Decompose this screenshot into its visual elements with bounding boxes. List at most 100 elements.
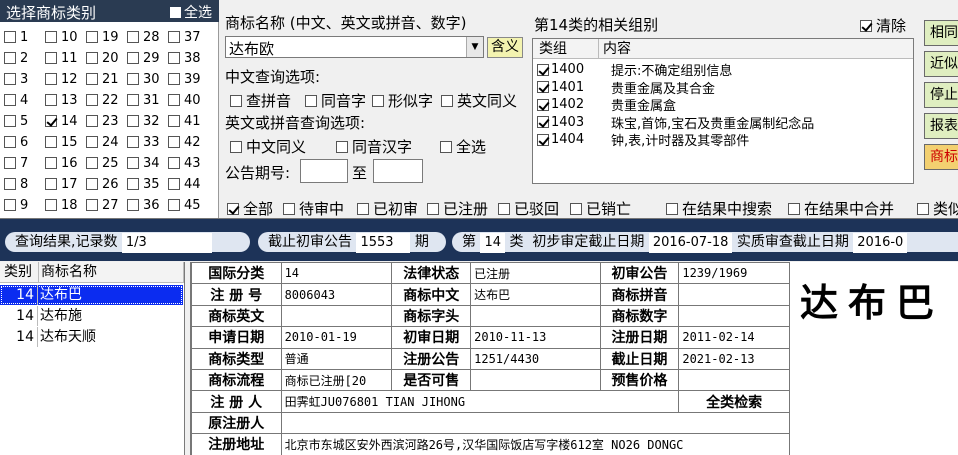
checkbox-icon[interactable] — [127, 52, 139, 64]
group-row[interactable]: 1404 钟,表,计时器及其零部件 — [537, 131, 749, 149]
en-option-checkbox[interactable]: 同音汉字 — [336, 136, 412, 157]
checkbox-icon[interactable] — [4, 94, 16, 106]
category-checkbox[interactable]: 44 — [168, 176, 201, 192]
status-filter-checkbox[interactable]: 已销亡 — [570, 198, 631, 219]
category-checkbox[interactable]: 33 — [127, 134, 160, 150]
checkbox-icon[interactable] — [168, 52, 180, 64]
en-option-checkbox[interactable]: 全选 — [440, 136, 486, 157]
group-row[interactable]: 1400 提示:不确定组别信息 — [537, 61, 732, 79]
checkbox-icon[interactable] — [86, 157, 98, 169]
category-checkbox[interactable]: 26 — [86, 176, 119, 192]
checkbox-icon[interactable] — [127, 73, 139, 85]
checkbox-icon[interactable] — [788, 202, 800, 215]
category-checkbox[interactable]: 43 — [168, 155, 201, 171]
publication-to-input[interactable] — [373, 159, 423, 183]
checkbox-icon[interactable] — [127, 94, 139, 106]
category-checkbox[interactable]: 29 — [127, 50, 160, 66]
clear-groups-checkbox[interactable]: 清除 — [860, 15, 906, 36]
action-button-4[interactable]: 商标 — [924, 144, 958, 170]
checkbox-icon[interactable] — [283, 202, 295, 215]
checkbox-icon[interactable] — [168, 199, 180, 211]
category-checkbox[interactable]: 1 — [4, 29, 28, 45]
checkbox-icon[interactable] — [4, 136, 16, 148]
checkbox-icon[interactable] — [45, 31, 57, 43]
checkbox-icon[interactable] — [4, 73, 16, 85]
category-checkbox[interactable]: 36 — [127, 197, 160, 213]
status-filter-checkbox[interactable]: 已注册 — [427, 198, 488, 219]
category-checkbox[interactable]: 14 — [45, 113, 78, 129]
checkbox-icon[interactable] — [86, 73, 98, 85]
checkbox-icon[interactable] — [168, 136, 180, 148]
checkbox-icon[interactable] — [537, 81, 549, 93]
category-checkbox[interactable]: 25 — [86, 155, 119, 171]
category-checkbox[interactable]: 23 — [86, 113, 119, 129]
category-checkbox[interactable]: 27 — [86, 197, 119, 213]
category-checkbox[interactable]: 31 — [127, 92, 160, 108]
category-checkbox[interactable]: 17 — [45, 176, 78, 192]
meaning-button[interactable]: 含义 — [487, 37, 523, 58]
en-option-checkbox[interactable]: 中文同义 — [230, 136, 306, 157]
checkbox-icon[interactable] — [357, 202, 369, 215]
category-checkbox[interactable]: 12 — [45, 71, 78, 87]
checkbox-icon[interactable] — [127, 136, 139, 148]
checkbox-icon[interactable] — [537, 63, 549, 76]
category-checkbox[interactable]: 21 — [86, 71, 119, 87]
checkbox-icon[interactable] — [230, 94, 242, 107]
checkbox-icon[interactable] — [86, 94, 98, 106]
checkbox-icon[interactable] — [498, 202, 510, 215]
status-filter-checkbox[interactable]: 在结果中合并 — [788, 198, 894, 219]
category-checkbox[interactable]: 38 — [168, 50, 201, 66]
category-checkbox[interactable]: 10 — [45, 29, 78, 45]
checkbox-icon[interactable] — [45, 157, 57, 169]
category-checkbox[interactable]: 45 — [168, 197, 201, 213]
category-checkbox[interactable]: 4 — [4, 92, 28, 108]
checkbox-icon[interactable] — [127, 178, 139, 190]
trademark-name-combobox[interactable]: 达布欧 ▼ — [225, 36, 484, 58]
checkbox-icon[interactable] — [86, 199, 98, 211]
checkbox-icon[interactable] — [372, 94, 384, 107]
all-class-search-button[interactable]: 全类检索 — [678, 390, 790, 413]
cn-option-checkbox[interactable]: 查拼音 — [230, 90, 291, 111]
status-filter-checkbox[interactable]: 在结果中搜索 — [666, 198, 772, 219]
checkbox-icon[interactable] — [336, 140, 348, 153]
action-button-1[interactable]: 近似 — [924, 51, 958, 77]
status-filter-checkbox[interactable]: 类似 — [917, 198, 958, 219]
category-checkbox[interactable]: 2 — [4, 50, 28, 66]
checkbox-icon[interactable] — [4, 199, 16, 211]
checkbox-icon[interactable] — [441, 94, 453, 107]
checkbox-icon[interactable] — [4, 31, 16, 43]
checkbox-icon[interactable] — [45, 94, 57, 106]
checkbox-icon[interactable] — [127, 199, 139, 211]
category-checkbox[interactable]: 19 — [86, 29, 119, 45]
category-checkbox[interactable]: 32 — [127, 113, 160, 129]
group-row[interactable]: 1402 贵重金属盒 — [537, 96, 676, 114]
category-checkbox[interactable]: 6 — [4, 134, 28, 150]
status-filter-checkbox[interactable]: 已初审 — [357, 198, 418, 219]
result-row[interactable]: 14 达布巴 — [0, 285, 183, 305]
checkbox-icon[interactable] — [4, 115, 16, 127]
checkbox-icon[interactable] — [168, 73, 180, 85]
checkbox-icon[interactable] — [917, 202, 929, 215]
checkbox-icon[interactable] — [45, 73, 57, 85]
category-checkbox[interactable]: 35 — [127, 176, 160, 192]
action-button-0[interactable]: 相同 — [924, 20, 958, 46]
category-checkbox[interactable]: 9 — [4, 197, 28, 213]
category-checkbox[interactable]: 30 — [127, 71, 160, 87]
action-button-2[interactable]: 停止 — [924, 82, 958, 108]
cn-option-checkbox[interactable]: 形似字 — [372, 90, 433, 111]
checkbox-icon[interactable] — [127, 31, 139, 43]
category-checkbox[interactable]: 7 — [4, 155, 28, 171]
checkbox-icon[interactable] — [86, 178, 98, 190]
category-checkbox[interactable]: 40 — [168, 92, 201, 108]
status-filter-checkbox[interactable]: 待审中 — [283, 198, 344, 219]
checkbox-icon[interactable] — [860, 19, 872, 32]
category-checkbox[interactable]: 11 — [45, 50, 78, 66]
category-checkbox[interactable]: 22 — [86, 92, 119, 108]
category-checkbox[interactable]: 13 — [45, 92, 78, 108]
checkbox-icon[interactable] — [168, 94, 180, 106]
category-checkbox[interactable]: 20 — [86, 50, 119, 66]
checkbox-icon[interactable] — [127, 115, 139, 127]
category-checkbox[interactable]: 37 — [168, 29, 201, 45]
category-checkbox[interactable]: 34 — [127, 155, 160, 171]
checkbox-icon[interactable] — [168, 157, 180, 169]
